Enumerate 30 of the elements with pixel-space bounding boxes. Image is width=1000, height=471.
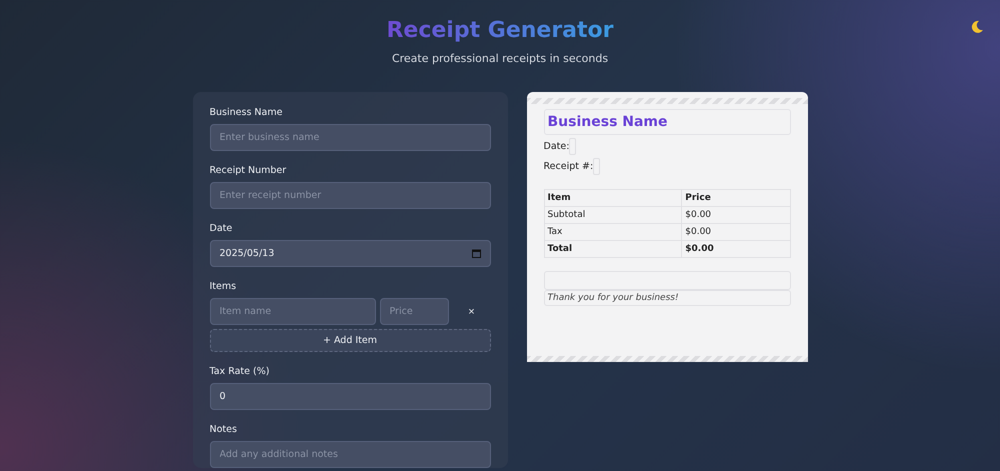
table-cell: $0.00	[682, 224, 790, 240]
item-name-field[interactable]: Item name	[210, 298, 376, 325]
field-label: Business Name	[210, 107, 284, 118]
table-cell: $0.00	[682, 206, 790, 224]
receipt-number-label: Receipt #:	[544, 161, 594, 172]
table-cell: Tax	[544, 224, 682, 240]
column-header: Item	[544, 190, 682, 206]
table-cell: $0.00	[682, 240, 790, 258]
field-label: Items	[210, 281, 238, 292]
date-label: Date:	[544, 141, 570, 152]
input-field[interactable]: Enter receipt number	[210, 182, 490, 209]
table-cell: Total	[544, 240, 682, 258]
input-field[interactable]: Enter business name	[210, 124, 490, 151]
page-subtitle: Create professional receipts in seconds	[392, 52, 608, 65]
remove-item-button[interactable]: ×	[452, 306, 490, 318]
page-title: Receipt Generator	[386, 18, 614, 43]
table-cell: Subtotal	[544, 206, 682, 224]
thank-you-note: Thank you for your business!	[544, 290, 790, 306]
input-field[interactable]: 0	[210, 383, 490, 410]
field-label: Tax Rate (%)	[210, 366, 270, 377]
field-label: Notes	[210, 424, 238, 435]
input-field[interactable]: Add any additional notes	[210, 441, 490, 468]
input-field[interactable]: 2025/05/13	[210, 240, 490, 267]
field-label: Date	[210, 223, 234, 234]
field-label: Receipt Number	[210, 165, 288, 176]
price-field[interactable]: Price	[380, 298, 448, 325]
column-header: Price	[682, 190, 790, 206]
receipt-business-name: Business Name	[544, 109, 790, 135]
moon-icon[interactable]	[970, 20, 984, 34]
add-item-button[interactable]: + Add Item	[210, 329, 490, 352]
